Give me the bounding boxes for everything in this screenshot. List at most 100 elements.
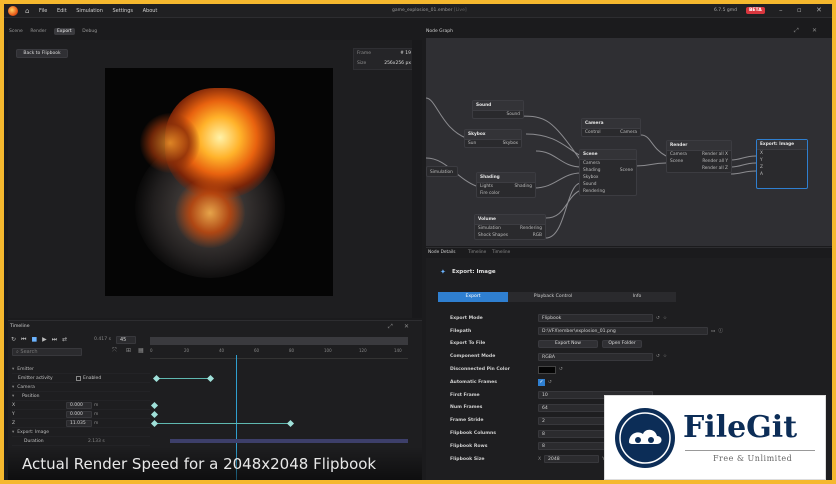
minimize-icon[interactable]: – bbox=[779, 6, 783, 14]
reset-icon[interactable]: ↺ bbox=[656, 354, 660, 359]
loop-icon[interactable]: ⇄ bbox=[62, 336, 67, 344]
position-z-input[interactable]: 11.035 bbox=[66, 419, 92, 427]
track-row: X 0.000 m bbox=[12, 401, 150, 410]
tab-export[interactable]: Export bbox=[53, 28, 75, 35]
node-volume[interactable]: Volume Simulation Rendering Shock Shapes R… bbox=[474, 214, 546, 240]
tab-scene[interactable]: Scene bbox=[9, 29, 23, 34]
position-y-input[interactable]: 0.000 bbox=[66, 410, 92, 418]
timeline-close-icon[interactable]: ✕ bbox=[404, 323, 409, 330]
ruler-tick: 140 bbox=[394, 348, 402, 353]
ruler-tick: 80 bbox=[289, 348, 295, 353]
node-scene-pin-sound: Sound bbox=[583, 182, 597, 187]
node-camera[interactable]: Camera Control Camera bbox=[581, 118, 641, 137]
menu-edit[interactable]: Edit bbox=[57, 8, 67, 14]
keyframe[interactable] bbox=[206, 374, 215, 383]
snap-icon[interactable]: ⊞ bbox=[126, 347, 131, 354]
emitter-checkbox[interactable] bbox=[76, 375, 81, 381]
menu-simulation[interactable]: Simulation bbox=[76, 8, 103, 14]
timeline-expand-icon[interactable]: ⤢ bbox=[388, 323, 393, 331]
node-volume-pin-render: Rendering bbox=[520, 226, 542, 231]
app-logo-icon bbox=[8, 6, 18, 16]
play-icon[interactable]: ▶ bbox=[42, 336, 47, 344]
timeline-search-input[interactable]: ⌕ Search bbox=[12, 348, 82, 356]
component-mode-select[interactable]: RGBA bbox=[538, 352, 653, 361]
tab-node-details[interactable]: Node Details bbox=[428, 250, 455, 255]
tab-timeline-b[interactable]: Timeline bbox=[492, 250, 510, 255]
node-volume-title: Volume bbox=[475, 215, 545, 225]
node-render-pin-y: Render all Y bbox=[702, 159, 728, 164]
node-graph-expand-icon[interactable]: ⤢ bbox=[794, 27, 799, 35]
keyframe[interactable] bbox=[150, 419, 159, 428]
node-graph-canvas[interactable]: Sound Sound Skybox Sun Skybox Camera Cont… bbox=[426, 38, 832, 246]
export-now-button[interactable]: Export Now bbox=[538, 339, 598, 348]
file-status: [Live] bbox=[453, 8, 467, 13]
close-icon[interactable]: ✕ bbox=[816, 6, 822, 14]
menu-file[interactable]: File bbox=[39, 8, 47, 14]
preview-scrollbar[interactable] bbox=[412, 40, 422, 318]
label-frame-stride: Frame Stride bbox=[450, 418, 484, 424]
tab-debug[interactable]: Debug bbox=[82, 29, 97, 34]
row-export-to-file: Export To File Export Now Open Folder bbox=[450, 338, 730, 351]
label-first-frame: First Frame bbox=[450, 392, 480, 398]
node-render[interactable]: Render Camera Render all X Scene Render al… bbox=[666, 140, 732, 173]
stop-icon[interactable]: ■ bbox=[31, 336, 37, 344]
info-icon[interactable]: ⓘ bbox=[718, 328, 723, 334]
track-row: Duration 2.133 s bbox=[12, 437, 150, 446]
menu-about[interactable]: About bbox=[143, 8, 158, 14]
node-sound[interactable]: Sound Sound bbox=[472, 100, 524, 119]
reset-icon[interactable]: ↺ bbox=[656, 316, 660, 321]
reset-icon[interactable]: ↺ bbox=[548, 380, 552, 385]
keyframe[interactable] bbox=[150, 410, 159, 419]
fit-icon[interactable]: ⤧ bbox=[112, 347, 117, 355]
node-volume-pin-shock: Shock Shapes bbox=[478, 233, 508, 238]
star-icon[interactable]: ☆ bbox=[663, 316, 667, 321]
details-header: Export: Image bbox=[452, 269, 496, 275]
row-filepath: Filepath D:\VFX\ember\explosion_01.png ▭… bbox=[450, 325, 730, 338]
flipbook-size-x-input[interactable]: 2048 bbox=[544, 455, 599, 464]
color-swatch[interactable] bbox=[538, 365, 556, 374]
timeline-scrollbar[interactable] bbox=[150, 337, 408, 345]
menu-settings[interactable]: Settings bbox=[112, 8, 133, 14]
frame-value: # 19 bbox=[400, 51, 411, 56]
preview-panel: Back to Flipbook Frame # 19 Size 256x256… bbox=[8, 40, 422, 318]
folder-icon[interactable]: ▭ bbox=[711, 329, 715, 334]
time-readout: 0.417 s bbox=[94, 337, 112, 342]
row-automatic-frames: Automatic Frames ✓ ↺ bbox=[450, 376, 730, 389]
star-icon[interactable]: ☆ bbox=[663, 354, 667, 359]
open-folder-button[interactable]: Open Folder bbox=[602, 339, 642, 348]
home-icon[interactable]: ⌂ bbox=[25, 7, 29, 15]
automatic-frames-checkbox[interactable]: ✓ bbox=[538, 378, 545, 386]
video-caption: Actual Render Speed for a 2048x2048 Flip… bbox=[22, 455, 377, 473]
tab-export-settings[interactable]: Export bbox=[438, 292, 508, 302]
rewind-icon[interactable]: ↻ bbox=[11, 336, 16, 344]
tab-render[interactable]: Render bbox=[30, 29, 46, 34]
node-export-image[interactable]: Export: Image X Y Z A bbox=[756, 139, 808, 189]
track-row: Emitter activity Enabled bbox=[12, 374, 150, 383]
keyframe[interactable] bbox=[150, 401, 159, 410]
duration-bar[interactable] bbox=[170, 439, 408, 443]
maximize-icon[interactable]: ▫ bbox=[797, 6, 802, 14]
node-skybox[interactable]: Skybox Sun Skybox bbox=[464, 129, 522, 148]
export-mode-select[interactable]: Flipbook bbox=[538, 314, 653, 323]
back-to-flipbook-button[interactable]: Back to Flipbook bbox=[16, 49, 68, 58]
grid-icon[interactable]: ▦ bbox=[138, 347, 144, 354]
size-label: Size bbox=[357, 61, 367, 66]
tab-info[interactable]: Info bbox=[598, 292, 676, 302]
keyframe[interactable] bbox=[152, 374, 161, 383]
frame-input[interactable]: 45 bbox=[116, 336, 136, 344]
keyframe[interactable] bbox=[286, 419, 295, 428]
step-back-icon[interactable]: ⏮ bbox=[21, 336, 26, 344]
position-x-input[interactable]: 0.000 bbox=[66, 401, 92, 409]
reset-icon[interactable]: ↺ bbox=[559, 367, 563, 372]
step-forward-icon[interactable]: ⏭ bbox=[52, 336, 57, 344]
tab-timeline-a[interactable]: Timeline bbox=[468, 250, 486, 255]
tab-playback-control[interactable]: Playback Control bbox=[508, 292, 598, 302]
keyframe-area[interactable] bbox=[150, 365, 408, 455]
filepath-input[interactable]: D:\VFX\ember\explosion_01.png bbox=[538, 327, 708, 336]
node-shading[interactable]: Shading Lights Shading Fire color bbox=[476, 172, 536, 198]
timeline-ruler[interactable]: 0 20 40 60 80 100 120 140 bbox=[150, 347, 408, 359]
node-scene[interactable]: Scene Camera Shading Scene Skybox Sound R… bbox=[579, 149, 637, 196]
node-left-stub[interactable]: Simulation bbox=[426, 166, 458, 177]
node-graph-close-icon[interactable]: ✕ bbox=[812, 27, 817, 34]
node-graph-tab[interactable]: Node Graph bbox=[426, 29, 453, 34]
